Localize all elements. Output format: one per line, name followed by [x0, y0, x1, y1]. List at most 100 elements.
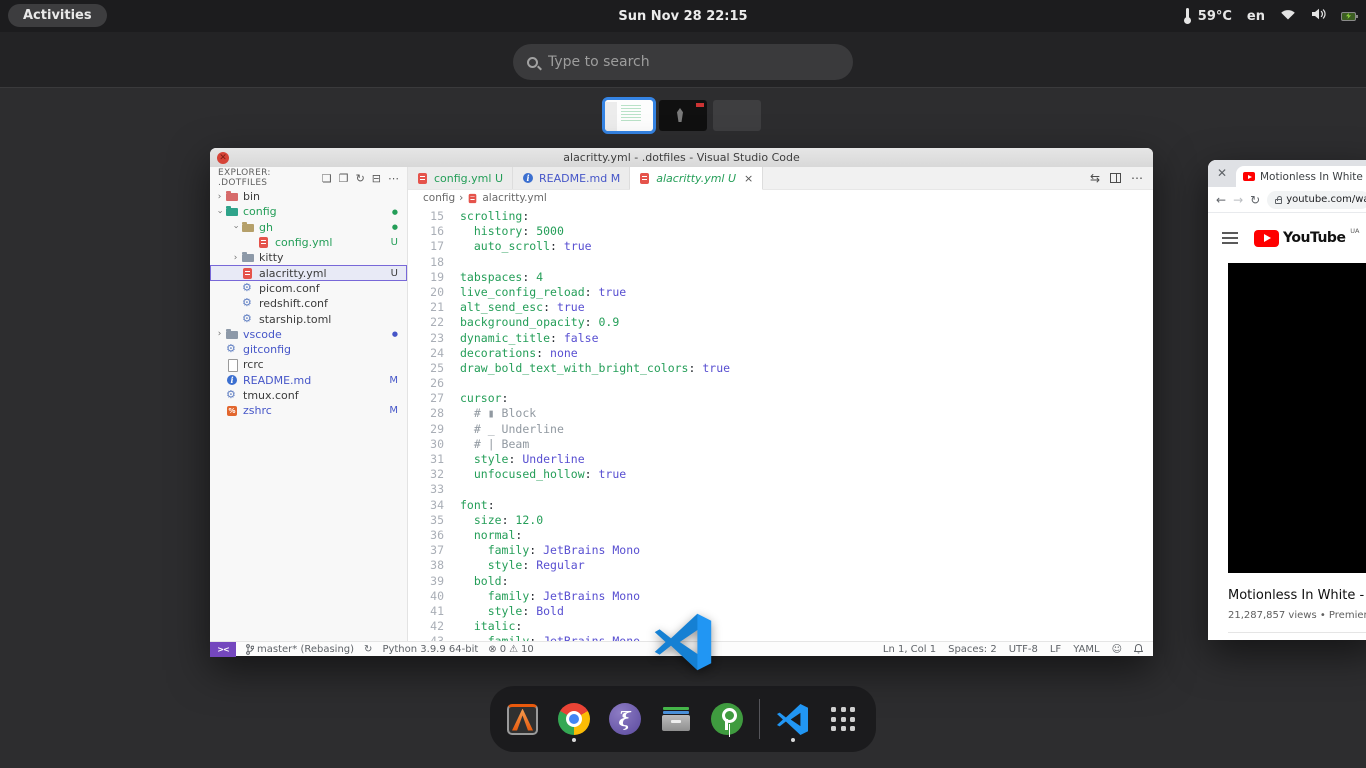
code-line-22[interactable]: 22background_opacity: 0.9: [408, 315, 1153, 330]
dock-item-vscode[interactable]: [774, 695, 811, 743]
python-interpreter[interactable]: Python 3.9.9 64-bit: [382, 644, 478, 655]
code-line-34[interactable]: 34font:: [408, 498, 1153, 513]
explorer-item-starship-toml[interactable]: starship.toml: [210, 311, 407, 326]
explorer-item-vscode[interactable]: ›vscode●: [210, 327, 407, 342]
keyboard-layout[interactable]: en: [1247, 9, 1265, 24]
system-tray[interactable]: 59°C en: [1184, 0, 1356, 32]
sync-icon[interactable]: ↻: [364, 644, 372, 655]
code-line-43[interactable]: 43 family: JetBrains Mono: [408, 634, 1153, 641]
indent-setting[interactable]: Spaces: 2: [948, 644, 997, 655]
explorer-item-alacritty-yml[interactable]: alacritty.ymlU: [210, 265, 407, 280]
dock-item-files[interactable]: [657, 695, 694, 743]
explorer-item-config[interactable]: ›config●: [210, 204, 407, 219]
breadcrumb[interactable]: config › alacritty.yml: [408, 190, 1153, 206]
code-line-21[interactable]: 21alt_send_esc: true: [408, 300, 1153, 315]
overview-search[interactable]: [513, 44, 853, 80]
code-editor[interactable]: 15scrolling:16 history: 500017 auto_scro…: [408, 206, 1153, 641]
reload-icon[interactable]: ↻: [1250, 193, 1260, 207]
vscode-titlebar[interactable]: ✕ alacritty.yml - .dotfiles - Visual Stu…: [210, 148, 1153, 167]
explorer-item-kitty[interactable]: ›kitty: [210, 250, 407, 265]
volume-icon[interactable]: [1311, 8, 1326, 24]
explorer-item-gitconfig[interactable]: gitconfig: [210, 342, 407, 357]
feedback-icon[interactable]: ☺: [1112, 644, 1122, 655]
remote-indicator[interactable]: ><: [210, 642, 236, 657]
code-line-30[interactable]: 30 # | Beam: [408, 437, 1153, 452]
eol-setting[interactable]: LF: [1050, 644, 1061, 655]
code-line-28[interactable]: 28 # ▮ Block: [408, 406, 1153, 421]
chrome-window[interactable]: ✕ Motionless In White - A ← → ↻ youtube.…: [1208, 160, 1366, 640]
code-line-29[interactable]: 29 # _ Underline: [408, 422, 1153, 437]
dock-item-emacs[interactable]: ξ: [606, 695, 643, 743]
dock-item-keepassxc[interactable]: [708, 695, 745, 743]
encoding[interactable]: UTF-8: [1009, 644, 1038, 655]
explorer-item-tmux-conf[interactable]: tmux.conf: [210, 388, 407, 403]
problems-status[interactable]: ⊗ 0 ⚠ 10: [488, 644, 533, 655]
code-line-37[interactable]: 37 family: JetBrains Mono: [408, 543, 1153, 558]
split-editor-icon[interactable]: [1110, 173, 1121, 183]
explorer-item-zshrc[interactable]: zshrcM: [210, 403, 407, 418]
code-line-19[interactable]: 19tabspaces: 4: [408, 270, 1153, 285]
tab-alacritty-yml[interactable]: alacritty.yml U ×: [630, 167, 763, 190]
back-icon[interactable]: ←: [1216, 193, 1226, 207]
explorer-item-config-yml[interactable]: config.ymlU: [210, 235, 407, 250]
tab-strip-close-icon[interactable]: ✕: [1217, 166, 1227, 180]
menu-icon[interactable]: [1222, 232, 1238, 244]
more-actions-icon[interactable]: ⋯: [388, 172, 399, 185]
window-close-button[interactable]: ✕: [217, 152, 229, 164]
vscode-window[interactable]: ✕ alacritty.yml - .dotfiles - Visual Stu…: [210, 148, 1153, 656]
code-line-27[interactable]: 27cursor:: [408, 391, 1153, 406]
clock[interactable]: Sun Nov 28 22:15: [0, 9, 1366, 24]
explorer-item-redshift-conf[interactable]: redshift.conf: [210, 296, 407, 311]
video-player[interactable]: [1228, 263, 1366, 573]
code-line-32[interactable]: 32 unfocused_hollow: true: [408, 467, 1153, 482]
new-folder-icon[interactable]: ❐: [339, 172, 349, 185]
new-file-icon[interactable]: ❏: [322, 172, 332, 185]
code-line-36[interactable]: 36 normal:: [408, 528, 1153, 543]
git-branch-status[interactable]: master* (Rebasing): [246, 644, 354, 655]
tab-close-icon[interactable]: ×: [744, 172, 753, 185]
code-line-18[interactable]: 18: [408, 255, 1153, 270]
battery-icon[interactable]: [1341, 12, 1356, 21]
code-line-41[interactable]: 41 style: Bold: [408, 604, 1153, 619]
explorer-item-gh[interactable]: ›gh●: [210, 220, 407, 235]
dock-item-app-grid[interactable]: [825, 695, 862, 743]
forward-icon[interactable]: →: [1233, 193, 1243, 207]
code-line-35[interactable]: 35 size: 12.0: [408, 513, 1153, 528]
workspace-thumbnail-3[interactable]: [713, 100, 761, 131]
address-bar[interactable]: youtube.com/wa: [1267, 191, 1366, 209]
breadcrumb-folder[interactable]: config: [423, 192, 455, 204]
code-line-31[interactable]: 31 style: Underline: [408, 452, 1153, 467]
cursor-position[interactable]: Ln 1, Col 1: [883, 644, 936, 655]
code-line-17[interactable]: 17 auto_scroll: true: [408, 239, 1153, 254]
code-line-40[interactable]: 40 family: JetBrains Mono: [408, 589, 1153, 604]
wifi-icon[interactable]: [1280, 8, 1296, 24]
explorer-item-rcrc[interactable]: rcrc: [210, 357, 407, 372]
collapse-all-icon[interactable]: ⊟: [372, 172, 381, 185]
language-mode[interactable]: YAML: [1073, 644, 1099, 655]
workspace-thumbnail-1[interactable]: [605, 100, 653, 131]
tab-config-yml[interactable]: config.yml U: [408, 167, 513, 189]
code-line-42[interactable]: 42 italic:: [408, 619, 1153, 634]
explorer-item-picom-conf[interactable]: picom.conf: [210, 281, 407, 296]
code-line-25[interactable]: 25draw_bold_text_with_bright_colors: tru…: [408, 361, 1153, 376]
youtube-logo[interactable]: YouTube UA: [1254, 230, 1345, 247]
notifications-bell-icon[interactable]: [1134, 644, 1143, 654]
dock-item-chrome[interactable]: [555, 695, 592, 743]
refresh-icon[interactable]: ↻: [356, 172, 365, 185]
code-line-38[interactable]: 38 style: Regular: [408, 558, 1153, 573]
breadcrumb-file[interactable]: alacritty.yml: [482, 192, 546, 204]
open-changes-icon[interactable]: ⇆: [1090, 171, 1100, 185]
dock-item-alacritty[interactable]: [504, 695, 541, 743]
code-line-39[interactable]: 39 bold:: [408, 574, 1153, 589]
code-line-16[interactable]: 16 history: 5000: [408, 224, 1153, 239]
code-line-26[interactable]: 26: [408, 376, 1153, 391]
code-line-15[interactable]: 15scrolling:: [408, 209, 1153, 224]
code-line-24[interactable]: 24decorations: none: [408, 346, 1153, 361]
code-line-20[interactable]: 20live_config_reload: true: [408, 285, 1153, 300]
code-line-23[interactable]: 23dynamic_title: false: [408, 331, 1153, 346]
code-line-33[interactable]: 33: [408, 482, 1153, 497]
tab-readme-md[interactable]: README.md M: [513, 167, 630, 189]
chrome-active-tab[interactable]: Motionless In White - A: [1236, 166, 1366, 187]
explorer-item-bin[interactable]: ›bin: [210, 189, 407, 204]
workspace-thumbnail-2[interactable]: [659, 100, 707, 131]
